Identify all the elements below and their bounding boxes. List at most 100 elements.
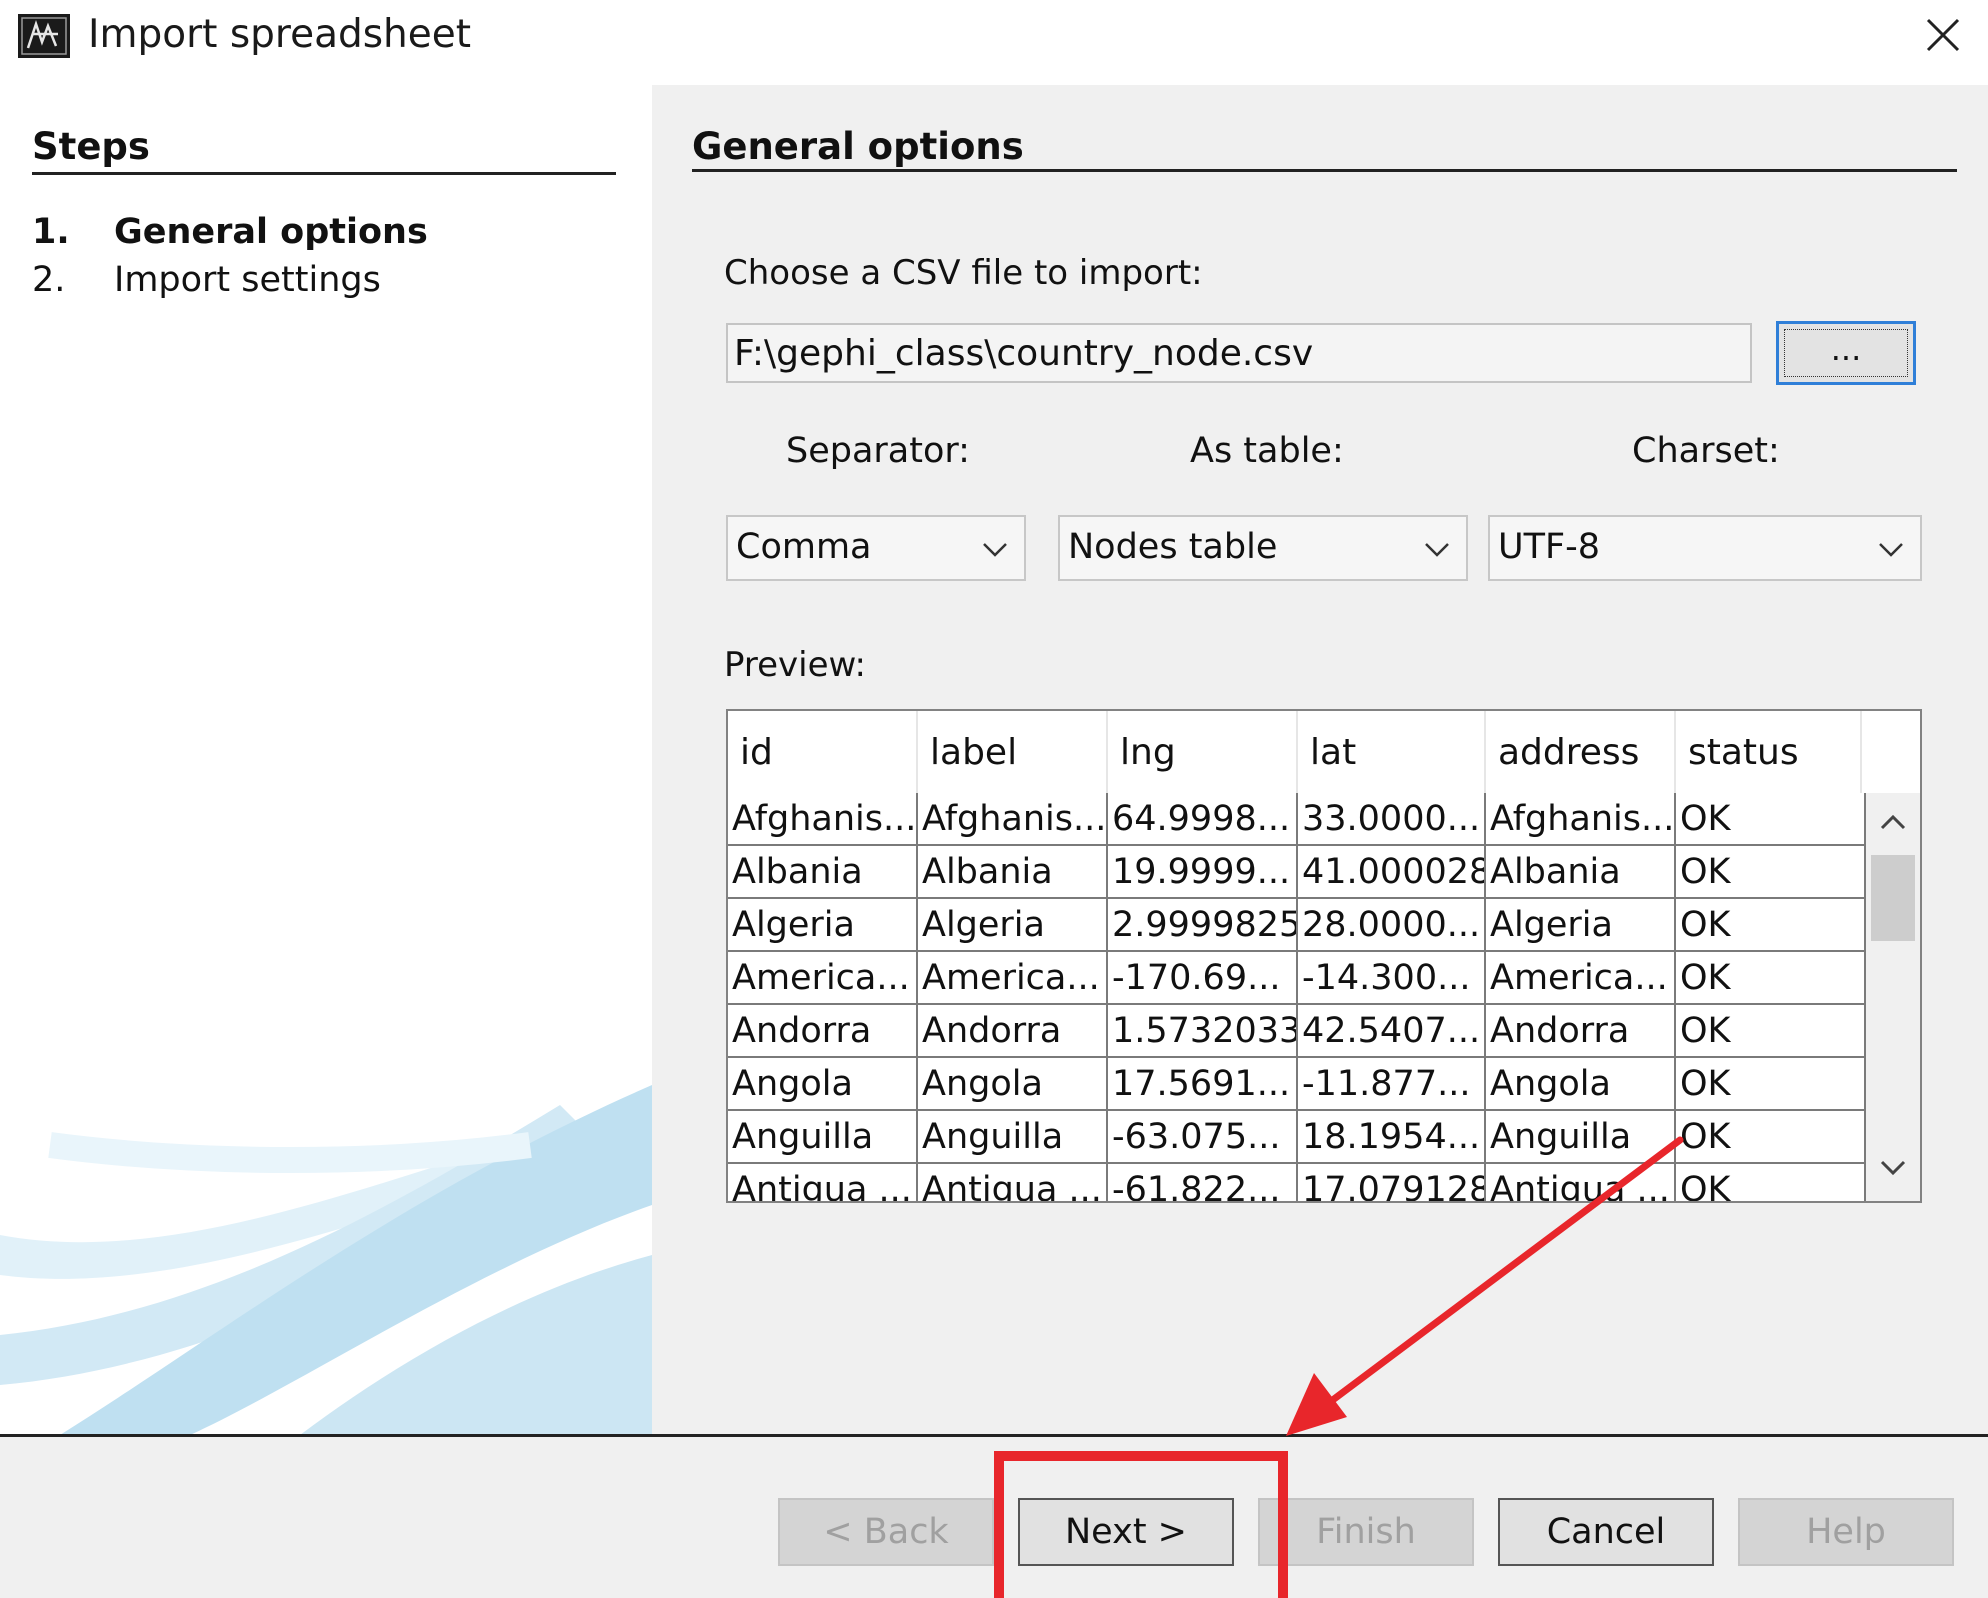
column-header-lat[interactable]: lat [1298,711,1486,793]
column-header-status[interactable]: status [1676,711,1862,793]
table-cell: OK [1676,1005,1866,1058]
charset-label: Charset: [1632,431,1780,471]
table-cell: OK [1676,952,1866,1005]
table-header: id label lng lat address status [728,711,1862,793]
table-cell: OK [1676,1058,1866,1111]
table-cell: 33.0000... [1298,793,1486,846]
table-cell: 19.9999... [1108,846,1298,899]
table-cell: Algeria [918,899,1108,952]
as-table-dropdown[interactable]: Nodes table [1058,515,1468,581]
table-cell: -11.877... [1298,1058,1486,1111]
gephi-logo-icon [18,14,70,58]
vertical-scrollbar[interactable] [1866,793,1920,1201]
table-cell: 64.9998... [1108,793,1298,846]
as-table-value: Nodes table [1068,527,1278,567]
column-header-address[interactable]: address [1486,711,1676,793]
table-cell: OK [1676,846,1866,899]
table-cell: Albania [918,846,1108,899]
chevron-down-icon [1425,543,1449,557]
chevron-down-icon[interactable] [1876,1153,1910,1183]
separator-dropdown[interactable]: Comma [726,515,1026,581]
table-cell: Anguilla [918,1111,1108,1164]
table-cell: Antigua ... [728,1164,918,1201]
table-cell: Andorra [918,1005,1108,1058]
table-row[interactable]: Albania Albania 19.9999... 41.000028 Alb… [728,846,1866,899]
table-cell: -61.822... [1108,1164,1298,1201]
steps-heading: Steps [32,125,150,168]
table-cell: America... [728,952,918,1005]
table-cell: Albania [728,846,918,899]
table-cell: Angola [918,1058,1108,1111]
table-cell: 28.0000... [1298,899,1486,952]
table-cell: Afghanis... [918,793,1108,846]
general-options-panel: General options Choose a CSV file to imp… [652,85,1988,1435]
table-row[interactable]: America... America... -170.69... -14.300… [728,952,1866,1005]
separator-value: Comma [736,527,872,567]
column-header-lng[interactable]: lng [1108,711,1298,793]
preview-label: Preview: [724,645,866,685]
table-cell: OK [1676,1111,1866,1164]
table-cell: Algeria [728,899,918,952]
table-cell: Anguilla [1486,1111,1676,1164]
cancel-button[interactable]: Cancel [1498,1498,1714,1566]
separator-label: Separator: [786,431,970,471]
step-general-options: 1. General options [32,212,428,252]
as-table-label: As table: [1190,431,1344,471]
table-cell: OK [1676,899,1866,952]
step-label: Import settings [114,260,381,300]
charset-value: UTF-8 [1498,527,1601,567]
table-cell: Albania [1486,846,1676,899]
table-cell: Afghanis... [1486,793,1676,846]
table-cell: 17.5691... [1108,1058,1298,1111]
table-cell: 41.000028 [1298,846,1486,899]
table-cell: OK [1676,793,1866,846]
table-cell: America... [1486,952,1676,1005]
chevron-down-icon [983,543,1007,557]
table-cell: 18.1954... [1298,1111,1486,1164]
table-cell: Angola [1486,1058,1676,1111]
charset-dropdown[interactable]: UTF-8 [1488,515,1922,581]
table-cell: OK [1676,1164,1866,1201]
title-bar: Import spreadsheet [0,0,1988,70]
table-cell: Algeria [1486,899,1676,952]
table-row[interactable]: Algeria Algeria 2.9999825 28.0000... Alg… [728,899,1866,952]
annotation-highlight-box [994,1451,1288,1598]
step-import-settings: 2. Import settings [32,260,381,300]
table-cell: Angola [728,1058,918,1111]
column-header-label[interactable]: label [918,711,1108,793]
help-button[interactable]: Help [1738,1498,1954,1566]
chevron-up-icon[interactable] [1876,807,1910,837]
step-number: 2. [32,260,66,300]
table-cell: Andorra [1486,1005,1676,1058]
table-cell: Andorra [728,1005,918,1058]
finish-button[interactable]: Finish [1258,1498,1474,1566]
close-icon[interactable] [1914,8,1972,62]
chevron-down-icon [1879,543,1903,557]
divider [32,172,616,175]
table-cell: 17.079128 [1298,1164,1486,1201]
table-row[interactable]: Anguilla Anguilla -63.075... 18.1954... … [728,1111,1866,1164]
table-cell: 42.5407... [1298,1005,1486,1058]
csv-file-path-input[interactable] [726,323,1752,383]
scrollbar-thumb[interactable] [1871,855,1915,941]
table-cell: Anguilla [728,1111,918,1164]
back-button[interactable]: < Back [778,1498,994,1566]
column-header-id[interactable]: id [728,711,918,793]
table-cell: Antigua ... [918,1164,1108,1201]
table-cell: Afghanis... [728,793,918,846]
table-row[interactable]: Afghanis... Afghanis... 64.9998... 33.00… [728,793,1866,846]
table-cell: America... [918,952,1108,1005]
browse-button[interactable]: ... [1776,321,1916,385]
preview-table[interactable]: id label lng lat address status Afghanis… [726,709,1922,1203]
table-row[interactable]: Antigua ... Antigua ... -61.822... 17.07… [728,1164,1866,1201]
table-cell: 1.5732033 [1108,1005,1298,1058]
section-heading: General options [692,125,1024,168]
table-cell: -170.69... [1108,952,1298,1005]
step-number: 1. [32,212,70,252]
table-row[interactable]: Angola Angola 17.5691... -11.877... Ango… [728,1058,1866,1111]
csv-file-label: Choose a CSV file to import: [724,253,1203,293]
table-row[interactable]: Andorra Andorra 1.5732033 42.5407... And… [728,1005,1866,1058]
focus-ring [1784,329,1908,377]
step-label: General options [114,212,428,252]
table-cell: -63.075... [1108,1111,1298,1164]
